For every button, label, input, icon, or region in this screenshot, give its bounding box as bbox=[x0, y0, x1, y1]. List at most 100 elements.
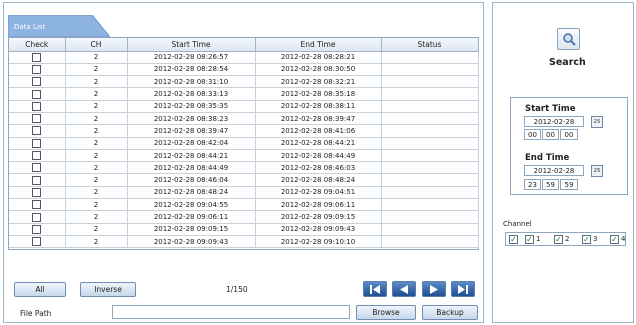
start-second-field[interactable]: 00 bbox=[560, 129, 578, 140]
last-page-button[interactable] bbox=[451, 281, 475, 297]
start-date-field[interactable]: 2012-02-28 bbox=[524, 116, 584, 127]
row-checkbox[interactable] bbox=[32, 237, 42, 247]
start-time-cell: 2012-02-28 08:31:10 bbox=[127, 75, 256, 89]
table-row[interactable]: 2 2012-02-28 08:42:04 2012-02-28 08:44:21 bbox=[9, 137, 479, 150]
table-header-row: Check CH Start Time End Time Status bbox=[9, 38, 479, 52]
check-cell[interactable] bbox=[9, 112, 66, 126]
column-header-ch[interactable]: CH bbox=[65, 38, 128, 52]
channel-1-checkbox[interactable]: ✓ bbox=[525, 235, 534, 244]
column-header-start-time[interactable]: Start Time bbox=[127, 38, 256, 52]
calendar-icon[interactable]: 25 bbox=[591, 165, 603, 177]
row-checkbox[interactable] bbox=[32, 52, 42, 62]
backup-button[interactable]: Backup bbox=[422, 305, 478, 320]
table-row[interactable]: 2 2012-02-28 09:04:55 2012-02-28 09:06:11 bbox=[9, 198, 479, 212]
end-time-cell: 2012-02-28 09:06:11 bbox=[255, 198, 382, 212]
check-cell[interactable] bbox=[9, 149, 66, 163]
channel-cell: 2 bbox=[65, 63, 128, 77]
page-indicator: 1/150 bbox=[226, 285, 248, 294]
row-checkbox[interactable] bbox=[32, 187, 42, 197]
first-page-button[interactable] bbox=[363, 281, 387, 297]
check-cell[interactable] bbox=[9, 173, 66, 187]
column-header-end-time[interactable]: End Time bbox=[255, 38, 382, 52]
row-checkbox[interactable] bbox=[32, 175, 42, 185]
next-page-button[interactable] bbox=[422, 281, 446, 297]
channel-4-checkbox[interactable]: ✓ bbox=[610, 235, 619, 244]
check-cell[interactable] bbox=[9, 75, 66, 89]
end-date-field[interactable]: 2012-02-28 bbox=[524, 165, 584, 176]
channel-label: Channel bbox=[503, 220, 532, 228]
row-checkbox[interactable] bbox=[32, 101, 42, 111]
tab-label: Data List bbox=[14, 23, 46, 31]
table-row[interactable]: 2 2012-02-28 08:44:49 2012-02-28 08:46:03 bbox=[9, 161, 479, 175]
table-row[interactable]: 2 2012-02-28 08:35:35 2012-02-28 08:38:11 bbox=[9, 100, 479, 113]
end-time-cell: 2012-02-28 08:30:50 bbox=[255, 63, 382, 77]
check-cell[interactable] bbox=[9, 87, 66, 101]
check-cell[interactable] bbox=[9, 235, 66, 249]
select-all-button[interactable]: All bbox=[14, 282, 66, 297]
row-checkbox[interactable] bbox=[32, 212, 42, 222]
channel-3-checkbox[interactable]: ✓ bbox=[582, 235, 591, 244]
inverse-selection-button[interactable]: Inverse bbox=[80, 282, 136, 297]
check-cell[interactable] bbox=[9, 124, 66, 138]
file-path-input[interactable] bbox=[112, 305, 350, 319]
start-time-label: Start Time bbox=[525, 104, 576, 114]
column-header-status[interactable]: Status bbox=[381, 38, 479, 52]
check-cell[interactable] bbox=[9, 210, 66, 224]
row-checkbox[interactable] bbox=[32, 151, 42, 161]
channel-cell: 2 bbox=[65, 112, 128, 126]
start-hour-field[interactable]: 00 bbox=[524, 129, 541, 140]
tab-data-list[interactable]: Data List bbox=[8, 15, 110, 37]
check-cell[interactable] bbox=[9, 63, 66, 77]
check-cell[interactable] bbox=[9, 137, 66, 150]
calendar-icon[interactable]: 25 bbox=[591, 116, 603, 128]
row-checkbox[interactable] bbox=[32, 163, 42, 173]
start-time-cell: 2012-02-28 08:38:23 bbox=[127, 112, 256, 126]
table-row[interactable]: 2 2012-02-28 09:09:43 2012-02-28 09:10:10 bbox=[9, 235, 479, 249]
channel-cell: 2 bbox=[65, 173, 128, 187]
row-checkbox[interactable] bbox=[32, 138, 42, 148]
check-cell[interactable] bbox=[9, 100, 66, 113]
browse-button[interactable]: Browse bbox=[356, 305, 416, 320]
table-row[interactable]: 2 2012-02-28 08:33:13 2012-02-28 08:35:18 bbox=[9, 87, 479, 101]
status-cell bbox=[381, 161, 479, 175]
end-time-cell: 2012-02-28 08:44:49 bbox=[255, 149, 382, 163]
time-range-box: Start Time 2012-02-28 25 00 00 00 End Ti… bbox=[510, 97, 628, 195]
table-row[interactable]: 2 2012-02-28 09:06:11 2012-02-28 09:09:15 bbox=[9, 210, 479, 224]
check-cell[interactable] bbox=[9, 198, 66, 212]
row-checkbox[interactable] bbox=[32, 200, 42, 210]
table-row[interactable]: 2 2012-02-28 08:28:54 2012-02-28 08:30:50 bbox=[9, 63, 479, 77]
check-cell[interactable] bbox=[9, 186, 66, 200]
row-checkbox[interactable] bbox=[32, 89, 42, 99]
check-cell[interactable] bbox=[9, 51, 66, 64]
start-time-cell: 2012-02-28 08:46:04 bbox=[127, 173, 256, 187]
start-minute-field[interactable]: 00 bbox=[542, 129, 559, 140]
status-cell bbox=[381, 112, 479, 126]
start-time-cell: 2012-02-28 08:33:13 bbox=[127, 87, 256, 101]
search-button[interactable] bbox=[557, 28, 580, 50]
channel-all-checkbox[interactable]: ✓ bbox=[509, 235, 518, 244]
table-row[interactable]: 2 2012-02-28 08:39:47 2012-02-28 08:41:06 bbox=[9, 124, 479, 138]
end-minute-field[interactable]: 59 bbox=[542, 179, 559, 190]
channel-cell: 2 bbox=[65, 186, 128, 200]
table-row[interactable]: 2 2012-02-28 08:31:10 2012-02-28 08:32:21 bbox=[9, 75, 479, 89]
table-row[interactable]: 2 2012-02-28 08:46:04 2012-02-28 08:48:24 bbox=[9, 173, 479, 187]
row-checkbox[interactable] bbox=[32, 77, 42, 87]
start-time-cell: 2012-02-28 09:06:11 bbox=[127, 210, 256, 224]
channel-2-checkbox[interactable]: ✓ bbox=[554, 235, 563, 244]
row-checkbox[interactable] bbox=[32, 114, 42, 124]
column-header-check[interactable]: Check bbox=[9, 38, 66, 52]
check-cell[interactable] bbox=[9, 223, 66, 236]
table-row[interactable]: 2 2012-02-28 09:09:15 2012-02-28 09:09:43 bbox=[9, 223, 479, 236]
end-second-field[interactable]: 59 bbox=[560, 179, 578, 190]
prev-page-button[interactable] bbox=[392, 281, 416, 297]
end-hour-field[interactable]: 23 bbox=[524, 179, 541, 190]
row-checkbox[interactable] bbox=[32, 64, 42, 74]
table-row[interactable]: 2 2012-02-28 08:44:21 2012-02-28 08:44:49 bbox=[9, 149, 479, 163]
table-row[interactable]: 2 2012-02-28 08:38:23 2012-02-28 08:39:47 bbox=[9, 112, 479, 126]
row-checkbox[interactable] bbox=[32, 126, 42, 136]
check-cell[interactable] bbox=[9, 161, 66, 175]
row-checkbox[interactable] bbox=[32, 224, 42, 234]
table-row[interactable]: 2 2012-02-28 08:26:57 2012-02-28 08:28:21 bbox=[9, 51, 479, 64]
table-row[interactable]: 2 2012-02-28 08:48:24 2012-02-28 09:04:51 bbox=[9, 186, 479, 200]
start-time-cell: 2012-02-28 08:42:04 bbox=[127, 137, 256, 150]
